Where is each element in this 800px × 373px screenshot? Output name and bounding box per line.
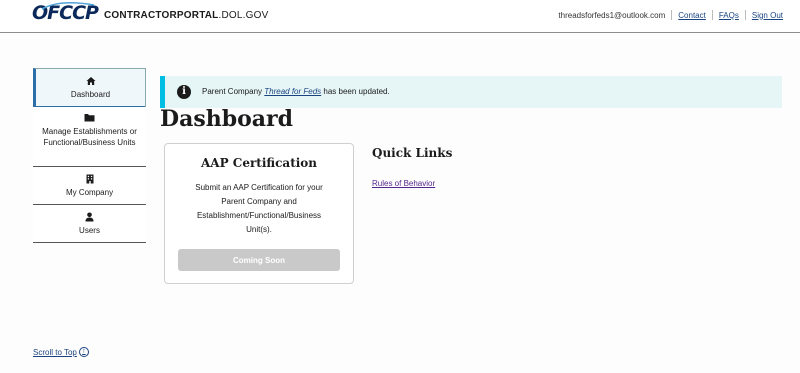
- sidebar-nav: Dashboard Manage Establishments or Funct…: [33, 68, 146, 243]
- info-icon: i: [177, 85, 191, 99]
- nav-divider: [744, 10, 746, 20]
- sidebar-item-manage-establishments[interactable]: Manage Establishments or Functional/Busi…: [33, 107, 146, 167]
- card-description: Submit an AAP Certification for your Par…: [195, 183, 323, 234]
- alert-suffix: has been updated.: [321, 87, 390, 96]
- header-nav: threadsforfeds1@outlook.com Contact FAQs…: [558, 10, 783, 20]
- site-header: OFCCP CONTRACTORPORTAL.DOL.GOV threadsfo…: [0, 0, 800, 33]
- alert-prefix: Parent Company: [202, 87, 265, 96]
- sidebar-item-label: Users: [79, 226, 100, 235]
- sidebar-item-label: Manage Establishments or Functional/Busi…: [42, 127, 137, 147]
- rules-of-behavior-link[interactable]: Rules of Behavior: [372, 179, 435, 188]
- scroll-to-top-link[interactable]: Scroll to Top ↑: [33, 347, 89, 357]
- contact-link[interactable]: Contact: [678, 11, 706, 20]
- page-title: Dashboard: [160, 106, 293, 132]
- quick-links-title: Quick Links: [372, 146, 453, 160]
- arrow-up-icon: ↑: [78, 347, 89, 357]
- alert-message: Parent Company Thread for Feds has been …: [202, 87, 390, 96]
- site-name: CONTRACTORPORTAL.DOL.GOV: [104, 10, 268, 21]
- site-name-rest: .DOL.GOV: [218, 10, 269, 21]
- nav-divider: [671, 10, 673, 20]
- ofccp-logo[interactable]: OFCCP: [32, 1, 99, 26]
- sidebar-item-my-company[interactable]: My Company: [33, 167, 146, 205]
- folder-icon: [36, 113, 143, 124]
- parent-company-link[interactable]: Thread for Feds: [264, 87, 321, 96]
- logo-swoosh-icon: [41, 1, 95, 10]
- nav-divider: [711, 10, 713, 20]
- faqs-link[interactable]: FAQs: [719, 11, 739, 20]
- sign-out-link[interactable]: Sign Out: [752, 11, 783, 20]
- user-email: threadsforfeds1@outlook.com: [558, 10, 666, 20]
- aap-certification-card: AAP Certification Submit an AAP Certific…: [164, 143, 354, 284]
- sidebar-item-dashboard[interactable]: Dashboard: [33, 68, 146, 108]
- scroll-to-top-label: Scroll to Top: [33, 347, 77, 357]
- coming-soon-button[interactable]: Coming Soon: [178, 249, 340, 271]
- card-title: AAP Certification: [200, 156, 318, 170]
- sidebar-item-label: Dashboard: [70, 90, 111, 99]
- sidebar-item-users[interactable]: Users: [33, 205, 146, 243]
- site-name-bold: CONTRACTORPORTAL: [104, 10, 219, 21]
- sidebar-item-label: My Company: [65, 188, 114, 197]
- user-icon: [36, 212, 143, 223]
- home-icon: [39, 76, 142, 87]
- building-icon: [36, 174, 143, 185]
- info-alert: i Parent Company Thread for Feds has bee…: [160, 76, 782, 108]
